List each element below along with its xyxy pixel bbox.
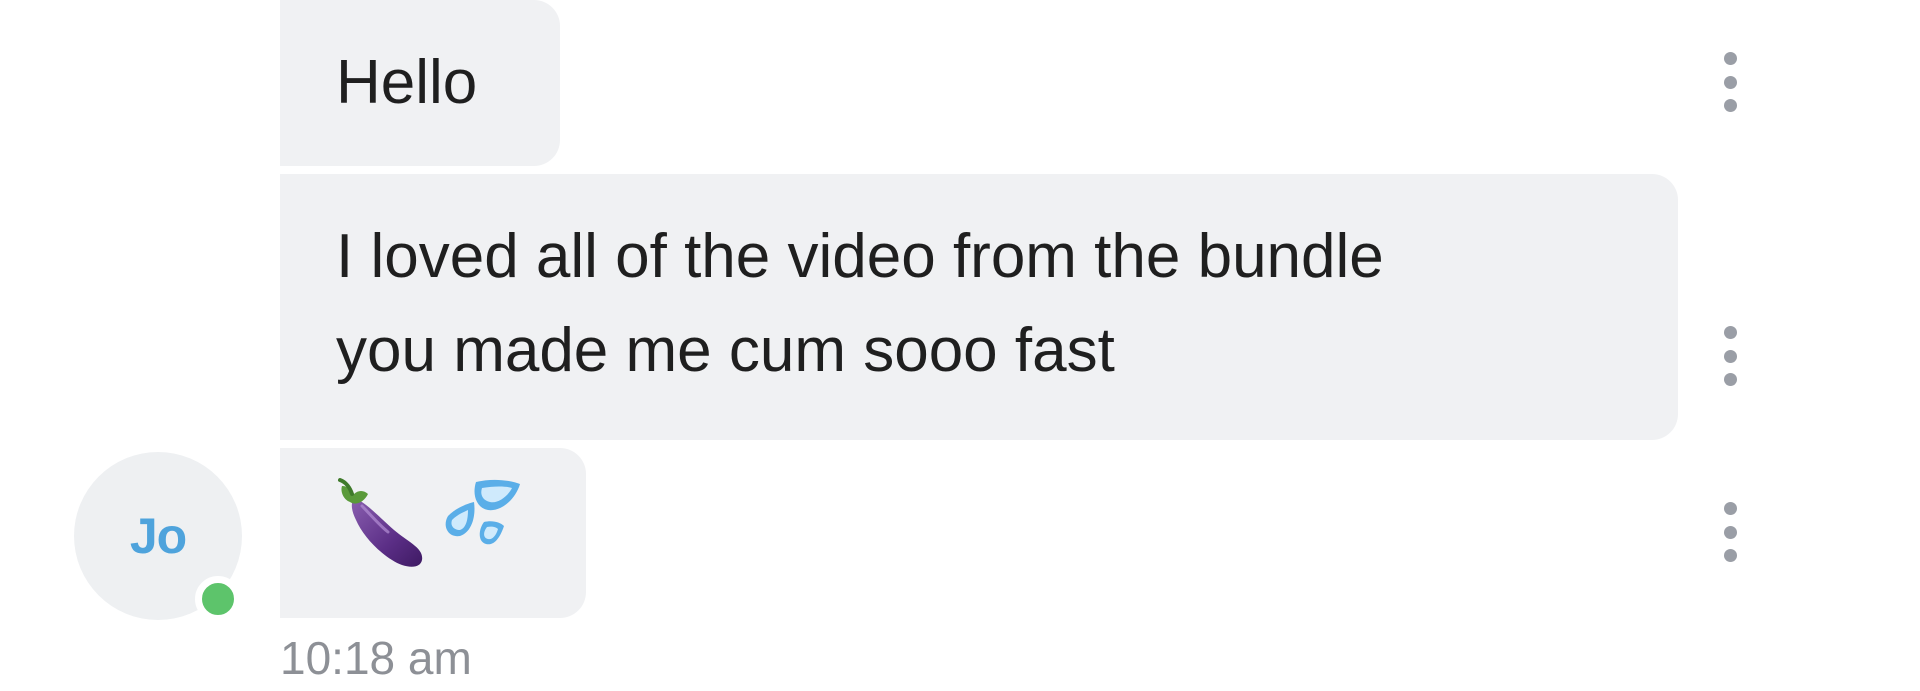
avatar-initials: Jo	[129, 508, 187, 564]
online-status-indicator	[195, 576, 241, 622]
vertical-ellipsis-icon	[1723, 52, 1737, 65]
eggplant-emoji	[338, 478, 423, 567]
message-bubble[interactable]	[280, 448, 586, 618]
sweat-droplets-emoji	[445, 479, 520, 545]
message-timestamp: 10:18 am	[280, 632, 472, 684]
message-text: I loved all of the video from the bundle…	[336, 222, 1384, 385]
message-menu-button[interactable]	[1718, 502, 1742, 562]
message-menu-button[interactable]	[1718, 326, 1742, 386]
chat-thread: Hello I loved all of the video from the …	[0, 0, 1920, 691]
message-bubble[interactable]: I loved all of the video from the bundle…	[280, 174, 1678, 440]
vertical-ellipsis-icon	[1723, 326, 1737, 339]
emoji-message	[332, 472, 586, 572]
vertical-ellipsis-icon	[1723, 502, 1737, 515]
message-bubble[interactable]: Hello	[280, 0, 560, 166]
message-text: Hello	[336, 48, 478, 117]
message-menu-button[interactable]	[1718, 52, 1742, 112]
